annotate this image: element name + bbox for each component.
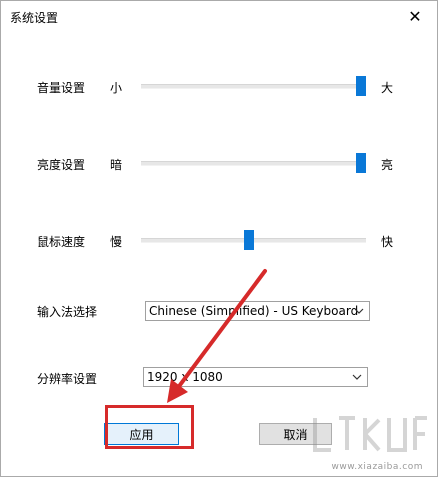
close-icon: ✕ — [408, 6, 422, 26]
chevron-down-icon — [352, 374, 362, 380]
mouse-speed-max-label: 快 — [381, 235, 394, 249]
brightness-label: 亮度设置 — [37, 158, 86, 172]
volume-min-label: 小 — [110, 81, 123, 95]
mouse-speed-slider-thumb[interactable] — [244, 230, 255, 250]
title-bar[interactable]: 系统设置 ✕ — [1, 1, 437, 31]
mouse-speed-label: 鼠标速度 — [37, 235, 86, 249]
volume-label: 音量设置 — [37, 81, 86, 95]
volume-slider[interactable] — [141, 76, 366, 96]
resolution-value: 1920 x 1080 — [147, 370, 223, 384]
mouse-speed-slider[interactable] — [141, 230, 366, 250]
close-button[interactable]: ✕ — [393, 1, 437, 31]
cancel-button[interactable]: 取消 — [259, 423, 332, 445]
resolution-label: 分辨率设置 — [37, 372, 98, 386]
watermark-url: www.xiazaiba.com — [331, 462, 423, 472]
mouse-speed-min-label: 慢 — [110, 235, 123, 249]
brightness-min-label: 暗 — [110, 158, 123, 172]
input-method-label: 输入法选择 — [37, 305, 98, 319]
apply-button[interactable]: 应用 — [104, 423, 179, 445]
window-title: 系统设置 — [10, 11, 59, 25]
brightness-max-label: 亮 — [381, 158, 394, 172]
settings-dialog: 系统设置 ✕ 音量设置 小 大 亮度设置 暗 亮 鼠标速度 慢 快 输入法选择 … — [0, 0, 438, 477]
volume-slider-track[interactable] — [141, 84, 366, 89]
chevron-down-icon — [354, 308, 364, 314]
resolution-select[interactable]: 1920 x 1080 — [143, 367, 368, 387]
volume-max-label: 大 — [381, 81, 394, 95]
input-method-select[interactable]: Chinese (Simplified) - US Keyboard — [145, 301, 370, 321]
brightness-slider-thumb[interactable] — [356, 153, 366, 173]
brightness-slider[interactable] — [141, 153, 366, 173]
volume-slider-thumb[interactable] — [356, 76, 366, 96]
brightness-slider-track[interactable] — [141, 161, 366, 166]
input-method-value: Chinese (Simplified) - US Keyboard — [149, 304, 359, 318]
